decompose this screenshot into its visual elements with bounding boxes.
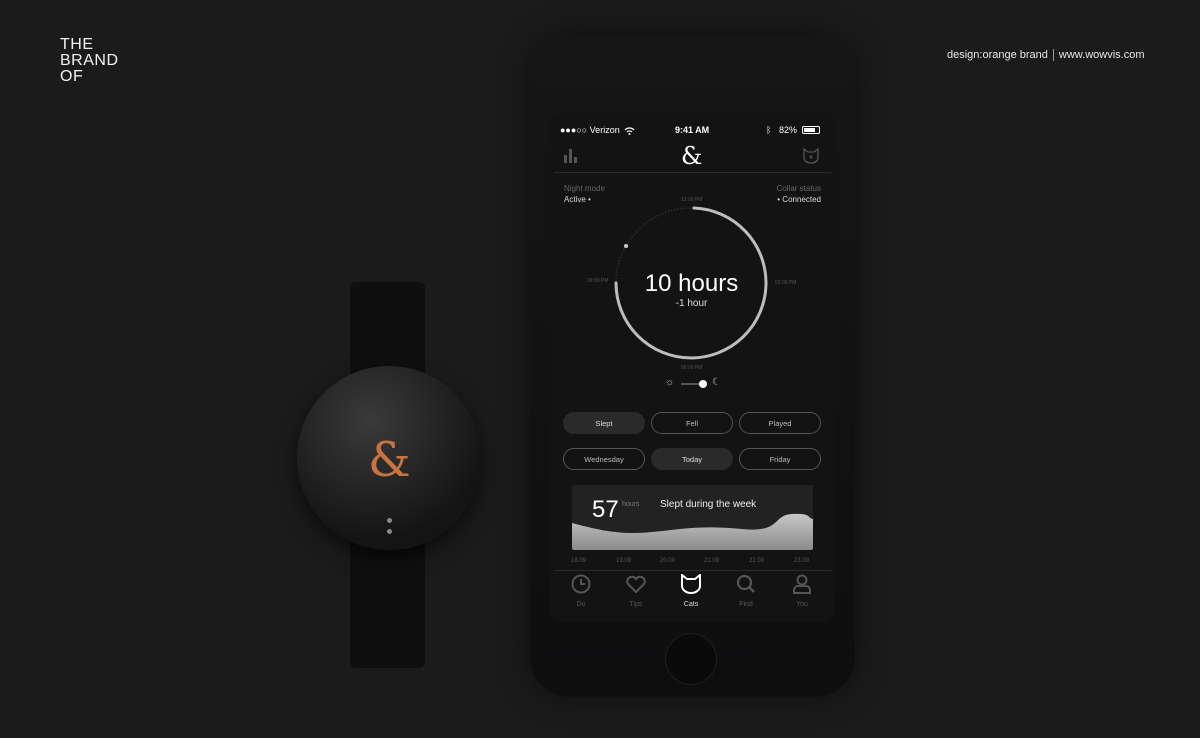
moon-icon: ☾ <box>712 377 721 388</box>
tick-bottom: 06:00 PM <box>681 365 703 371</box>
filter-fell[interactable]: Fell <box>651 412 733 434</box>
tab-find[interactable]: Find <box>726 574 766 608</box>
brand-logo: THE BRAND OF <box>60 37 119 85</box>
brand-line: THE <box>60 36 94 53</box>
filter-slept[interactable]: Slept <box>563 412 645 434</box>
filter-played[interactable]: Played <box>739 412 821 434</box>
date-label: 21.09 <box>704 558 720 564</box>
day-wednesday[interactable]: Wednesday <box>563 448 645 470</box>
search-icon <box>736 574 755 593</box>
tab-cats[interactable]: Cats <box>671 572 711 608</box>
home-button[interactable] <box>665 633 717 685</box>
day-friday[interactable]: Friday <box>739 448 821 470</box>
credit-site: www.wowvis.com <box>1058 49 1145 61</box>
week-title: Slept during the week <box>660 499 757 510</box>
mode-slider[interactable] <box>681 380 707 388</box>
tab-label: You <box>796 601 808 608</box>
phone-screen: ●●●○○ Verizon 9:41 AM ᛒ 82% & Night mode… <box>550 112 835 622</box>
heart-icon <box>626 575 646 594</box>
tab-label: Do <box>576 601 586 608</box>
user-icon <box>793 574 811 594</box>
date-label: 22.09 <box>749 558 765 564</box>
dial-delta: -1 hour <box>675 298 708 309</box>
brand-line: OF <box>60 68 84 85</box>
dial-hours: 10 hours <box>644 270 739 297</box>
week-sleep-card[interactable]: 57 hours Slept during the week <box>572 485 813 550</box>
tab-label: Cats <box>683 601 699 608</box>
tabbar-divider <box>554 570 831 571</box>
credit: design:orange brand www.wowvis.com <box>947 49 1145 62</box>
tab-you[interactable]: You <box>782 574 822 608</box>
tab-tips[interactable]: Tips <box>616 574 656 608</box>
tab-label: Find <box>739 601 753 608</box>
tick-top: 12:00 PM <box>681 197 703 203</box>
week-hours-unit: hours <box>622 501 640 508</box>
watch-dot <box>387 529 392 534</box>
brand-line: BRAND <box>60 52 119 69</box>
clock-icon <box>571 574 591 594</box>
date-label: 23.09 <box>794 558 810 564</box>
day-today[interactable]: Today <box>651 448 733 470</box>
dial-handle[interactable] <box>624 244 628 248</box>
tab-label: Tips <box>629 601 643 608</box>
week-hours-value: 57 <box>592 496 619 523</box>
date-label: 18.09 <box>571 558 587 564</box>
tab-do[interactable]: Do <box>561 574 601 608</box>
watch-dot <box>387 518 392 523</box>
credit-design: design:orange brand <box>947 49 1048 61</box>
date-label: 19.09 <box>616 558 632 564</box>
date-label: 20.09 <box>660 558 676 564</box>
watch-logo: & <box>368 432 411 488</box>
sun-icon: ☼ <box>665 377 675 388</box>
cat-icon <box>681 572 701 594</box>
